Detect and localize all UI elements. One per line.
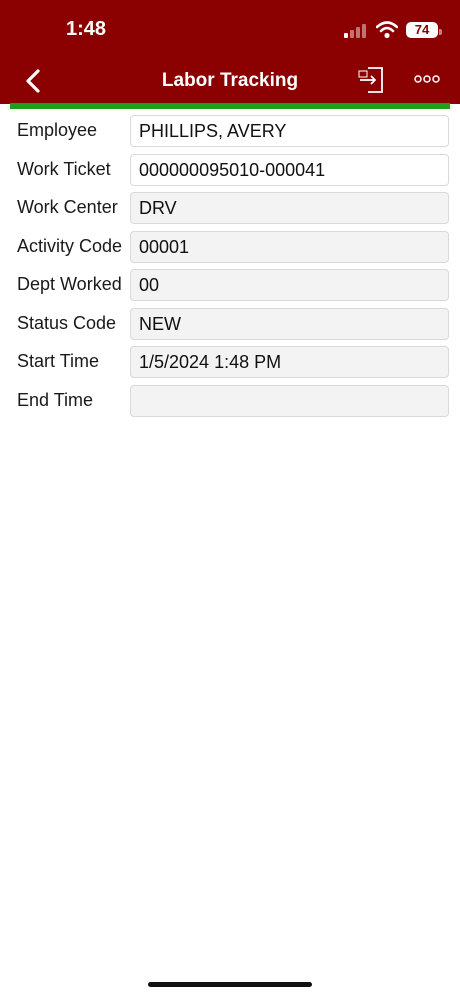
status-code-row: Status Code NEW (0, 307, 460, 346)
accent-bar (10, 103, 450, 109)
employee-label: Employee (17, 120, 98, 140)
battery-icon: 74 (406, 22, 442, 38)
labor-form: Employee PHILLIPS, AVERY Work Ticket 000… (0, 114, 460, 422)
more-options-icon[interactable] (414, 72, 440, 86)
end-time-label: End Time (17, 389, 94, 410)
cellular-signal-icon (344, 24, 366, 38)
status-code-field: NEW (130, 307, 449, 340)
start-time-field: 1/5/2024 1:48 PM (130, 346, 449, 378)
dept-worked-field: 00 (130, 269, 449, 301)
end-time-field (130, 384, 449, 417)
work-ticket-field[interactable]: 000000095010-000041 (130, 153, 449, 186)
status-code-label: Status Code (17, 312, 117, 333)
employee-field[interactable]: PHILLIPS, AVERY (130, 115, 449, 147)
page-title: Labor Tracking (161, 70, 299, 91)
dept-worked-row: Dept Worked 00 (0, 268, 460, 307)
activity-code-label: Activity Code (17, 235, 123, 256)
employee-row: Employee PHILLIPS, AVERY (0, 114, 460, 153)
work-center-field: DRV (130, 192, 449, 224)
dept-worked-label: Dept Worked (17, 274, 122, 294)
end-time-row: End Time (0, 384, 460, 423)
wifi-icon (376, 21, 398, 39)
start-time-row: Start Time 1/5/2024 1:48 PM (0, 345, 460, 384)
battery-tip (439, 29, 442, 35)
home-indicator[interactable] (148, 982, 312, 987)
work-center-label: Work Center (17, 197, 118, 217)
work-ticket-row: Work Ticket 000000095010-000041 (0, 153, 460, 192)
activity-code-field: 00001 (130, 230, 449, 263)
work-center-row: Work Center DRV (0, 191, 460, 230)
activity-code-row: Activity Code 00001 (0, 230, 460, 269)
status-time: 1:48 (66, 18, 107, 40)
battery-level: 74 (414, 22, 430, 37)
start-time-label: Start Time (17, 351, 100, 371)
app-header: 1:48 74 Labor Tracking (0, 0, 460, 104)
work-ticket-label: Work Ticket (17, 158, 111, 179)
sign-in-icon[interactable] (356, 64, 386, 96)
